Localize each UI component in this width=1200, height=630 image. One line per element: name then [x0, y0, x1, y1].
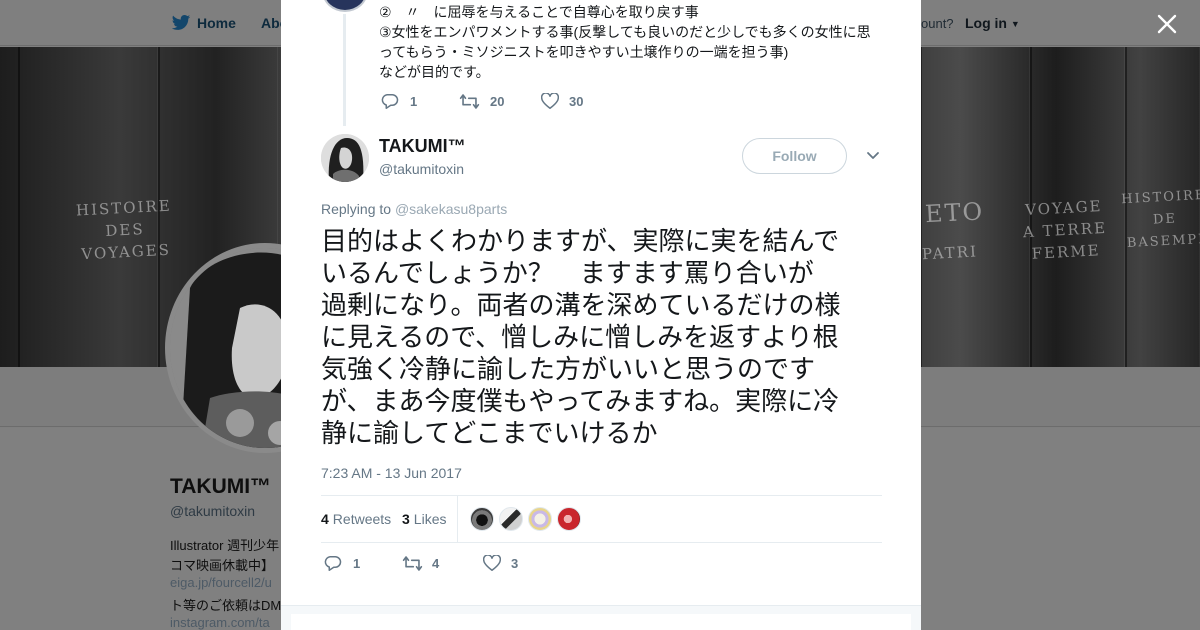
tweet-permalink-modal: ② 〃 に屈辱を与えることで自尊心を取り戻す事 ③女性をエンパワメントする事(反… — [281, 0, 921, 630]
profile-bio-line: Illustrator 週刊少年 — [170, 538, 280, 553]
profile-handle: @takumitoxin — [170, 503, 256, 519]
login-link[interactable]: Log in ▼ — [965, 15, 1020, 31]
thread-connector — [343, 14, 346, 126]
liker-avatar[interactable] — [499, 507, 523, 531]
liker-avatar[interactable] — [470, 507, 494, 531]
profile-name: TAKUMI™ — [170, 475, 272, 498]
retweet-count: 4 — [432, 556, 440, 571]
heart-icon — [483, 555, 501, 571]
book-spine-label: VOYAGE A TERRE FERME — [1022, 197, 1108, 263]
account-prompt: ount? — [921, 16, 954, 31]
book-spine-label: ETO — [924, 197, 985, 229]
previous-tweet-text-line: ってもらう・ミソジニストを叩きやすい土壌作りの一端を担う事) — [379, 44, 789, 60]
previous-tweet-text-line: などが目的です。 — [379, 64, 490, 80]
tweet-text-line: 目的はよくわかりますが、実際に実を結んで — [321, 227, 840, 257]
follow-button[interactable]: Follow — [742, 138, 847, 174]
previous-tweet-text-line: ③女性をエンパワメントする事(反撃しても良いのだと少しでも多くの女性に思 — [379, 24, 871, 40]
replying-to-mention[interactable]: @sakekasu8parts — [395, 201, 507, 217]
tweet-text-line: 過剰になり。両者の溝を深めているだけの様 — [321, 291, 841, 321]
tweet-author-name[interactable]: TAKUMI™ — [379, 136, 466, 157]
profile-bio-link[interactable]: instagram.com/ta — [170, 615, 270, 630]
previous-reply-button[interactable]: 1 — [381, 93, 417, 110]
retweet-icon — [402, 556, 423, 571]
liker-avatar[interactable] — [528, 507, 552, 531]
likes-label: Likes — [413, 511, 447, 527]
chevron-down-icon[interactable] — [866, 150, 880, 162]
retweets-value: 4 — [321, 511, 329, 527]
retweet-icon — [459, 94, 480, 109]
tweet-author-avatar[interactable] — [321, 134, 369, 182]
like-count: 3 — [511, 556, 519, 571]
tweet-text: 目的はよくわかりますが、実際に実を結んで いるんでしょうか？ ますます罵り合いが… — [321, 226, 883, 450]
heart-icon — [541, 93, 559, 109]
liker-avatar[interactable] — [557, 507, 581, 531]
tweet-timestamp[interactable]: 7:23 AM - 13 Jun 2017 — [321, 465, 462, 481]
previous-like-button[interactable]: 30 — [541, 93, 583, 110]
replying-to-context: Replying to @sakekasu8parts — [321, 201, 507, 217]
nav-home-link[interactable]: Home — [197, 15, 236, 31]
tweet-stats: 4 Retweets 3 Likes — [321, 495, 882, 543]
retweets-stat[interactable]: 4 Retweets — [321, 511, 391, 527]
tweet-text-line: に見えるので、憎しみに憎しみを返すより根 — [321, 323, 839, 353]
tweet-text-line: 気強く冷静に諭した方がいいと思うのです — [321, 355, 816, 385]
twitter-bird-icon[interactable] — [171, 14, 191, 32]
likes-value: 3 — [402, 511, 410, 527]
reply-count: 1 — [410, 94, 418, 109]
profile-bio-line: ト等のご依頼はDM — [170, 598, 282, 613]
reply-count: 1 — [353, 556, 361, 571]
replying-to-prefix: Replying to — [321, 201, 392, 217]
previous-retweet-button[interactable]: 20 — [459, 93, 504, 110]
replies-container — [291, 614, 911, 630]
reply-icon — [381, 94, 399, 109]
reply-icon — [324, 556, 342, 571]
book-spine-label: PATRI — [921, 242, 979, 264]
tweet-author-handle[interactable]: @takumitoxin — [379, 161, 464, 177]
retweet-button[interactable]: 4 — [402, 555, 439, 572]
stats-divider — [457, 496, 458, 542]
previous-tweet-text-line: ② 〃 に屈辱を与えることで自尊心を取り戻す事 — [379, 4, 699, 20]
tweet-text-line: が、まあ今度僕もやってみますね。実際に冷 — [321, 387, 840, 417]
profile-bio-line: コマ映画休載中】 — [170, 558, 275, 573]
retweet-count: 20 — [490, 94, 505, 109]
tweet-text-line: 静に諭してどこまでいけるか — [321, 419, 658, 449]
book-spine-label: HISTOIRE DE BASEMPI — [1120, 187, 1200, 252]
like-button[interactable]: 3 — [483, 555, 518, 572]
chevron-down-icon: ▼ — [1010, 19, 1020, 29]
close-icon[interactable] — [1155, 12, 1179, 36]
previous-tweet-avatar[interactable] — [322, 0, 368, 12]
reply-button[interactable]: 1 — [324, 555, 360, 572]
like-count: 30 — [569, 94, 584, 109]
retweets-label: Retweets — [332, 511, 392, 527]
login-label: Log in — [965, 15, 1007, 31]
profile-bio-link[interactable]: eiga.jp/fourcell2/u — [170, 575, 272, 590]
tweet-text-line: いるんでしょうか？ ますます罵り合いが — [321, 259, 814, 289]
likes-stat[interactable]: 3 Likes — [402, 511, 446, 527]
book-spine-label: HISTOIRE DES VOYAGES — [75, 196, 173, 264]
